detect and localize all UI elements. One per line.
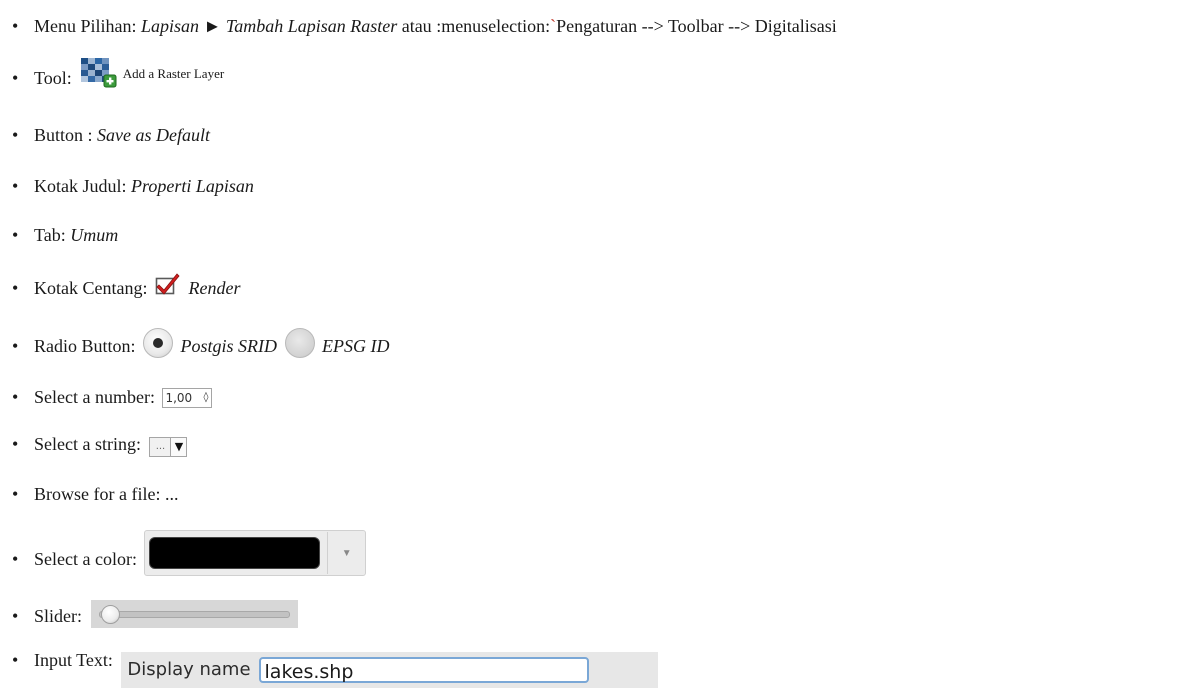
- list-item-button: • Button : Save as Default: [12, 125, 210, 146]
- bullet: •: [12, 16, 19, 36]
- list-item-browse: • Browse for a file: ...: [12, 484, 178, 505]
- radio-label-postgis: Postgis SRID: [180, 336, 278, 356]
- list-item-checkbox: • Kotak Centang: Render: [12, 272, 240, 299]
- checkbox-checked-icon[interactable]: [155, 272, 181, 296]
- label-string: Select a string:: [34, 434, 141, 454]
- icon-caption: Add a Raster Layer: [122, 66, 225, 81]
- list-item-tab: • Tab: Umum: [12, 225, 118, 246]
- menu-code-prefix: :menuselection:: [436, 16, 551, 36]
- dropdown-arrow-icon[interactable]: ▼: [326, 532, 366, 574]
- label-radio: Radio Button:: [34, 336, 136, 356]
- radio-postgis-srid[interactable]: [143, 328, 174, 358]
- list-item-menu: • Menu Pilihan: Lapisan ► Tambah Lapisan …: [12, 16, 837, 37]
- dialog-title: Properti Lapisan: [131, 176, 254, 196]
- label-button: Button :: [34, 125, 93, 145]
- slider-handle[interactable]: [100, 605, 120, 624]
- label-slider: Slider:: [34, 606, 82, 626]
- bullet: •: [12, 176, 19, 196]
- list-item-input: • Input Text: Display name lakes.shp: [12, 650, 659, 688]
- menu-code-rest: Pengaturan --> Toolbar --> Digitalisasi: [556, 16, 837, 36]
- bullet: •: [12, 278, 19, 298]
- tab-umum[interactable]: Umum: [70, 225, 118, 245]
- list-item-color: • Select a color: ▼: [12, 530, 367, 576]
- menu-path: Lapisan ► Tambah Lapisan Raster: [141, 16, 398, 36]
- connector: atau: [401, 16, 432, 36]
- label-input: Input Text:: [34, 650, 113, 670]
- bullet: •: [12, 125, 19, 145]
- bullet: •: [12, 650, 19, 670]
- bullet: •: [12, 225, 19, 245]
- bullet: •: [12, 336, 19, 356]
- list-item-tool: • Tool: Add a Raster Layer: [12, 58, 224, 89]
- bullet: •: [12, 68, 19, 88]
- combobox-value: ...: [155, 441, 166, 452]
- save-as-default-button[interactable]: Save as Default: [97, 125, 210, 145]
- list-item-title: • Kotak Judul: Properti Lapisan: [12, 176, 254, 197]
- number-spinbox[interactable]: 1,00 ◊: [162, 388, 213, 408]
- label-tool: Tool:: [34, 68, 72, 88]
- list-item-number: • Select a number: 1,00 ◊: [12, 387, 213, 408]
- string-combobox[interactable]: ... ▼: [149, 436, 188, 457]
- bullet: •: [12, 484, 19, 504]
- label-title: Kotak Judul:: [34, 176, 127, 196]
- bullet: •: [12, 387, 19, 407]
- slider-track[interactable]: [98, 611, 290, 618]
- label-tab: Tab:: [34, 225, 66, 245]
- label-checkbox: Kotak Centang:: [34, 278, 148, 298]
- bullet: •: [12, 549, 19, 569]
- add-raster-layer-icon[interactable]: [80, 58, 118, 88]
- spin-arrows-icon[interactable]: ◊: [203, 393, 208, 403]
- slider[interactable]: [90, 600, 298, 628]
- bullet: •: [12, 606, 19, 626]
- input-text-group: Display name lakes.shp: [121, 651, 659, 688]
- label-menu: Menu Pilihan:: [34, 16, 137, 36]
- list-item-string: • Select a string: ... ▼: [12, 434, 188, 457]
- radio-label-epsg: EPSG ID: [322, 336, 390, 356]
- list-item-radio: • Radio Button: Postgis SRID EPSG ID: [12, 328, 390, 358]
- browse-button[interactable]: ...: [165, 484, 179, 504]
- display-name-label: Display name: [127, 659, 251, 680]
- list-item-slider: • Slider:: [12, 600, 298, 628]
- bullet: •: [12, 434, 19, 454]
- color-swatch: [149, 537, 320, 569]
- radio-epsg-id[interactable]: [284, 328, 315, 358]
- checkbox-label: Render: [188, 278, 241, 298]
- label-color: Select a color:: [34, 549, 137, 569]
- spinbox-value: 1,00: [165, 391, 193, 405]
- dropdown-arrow-icon[interactable]: ▼: [170, 437, 187, 456]
- color-button[interactable]: ▼: [144, 530, 367, 576]
- display-name-input[interactable]: lakes.shp: [258, 656, 589, 683]
- label-number: Select a number:: [34, 387, 155, 407]
- label-browse: Browse for a file:: [34, 484, 161, 504]
